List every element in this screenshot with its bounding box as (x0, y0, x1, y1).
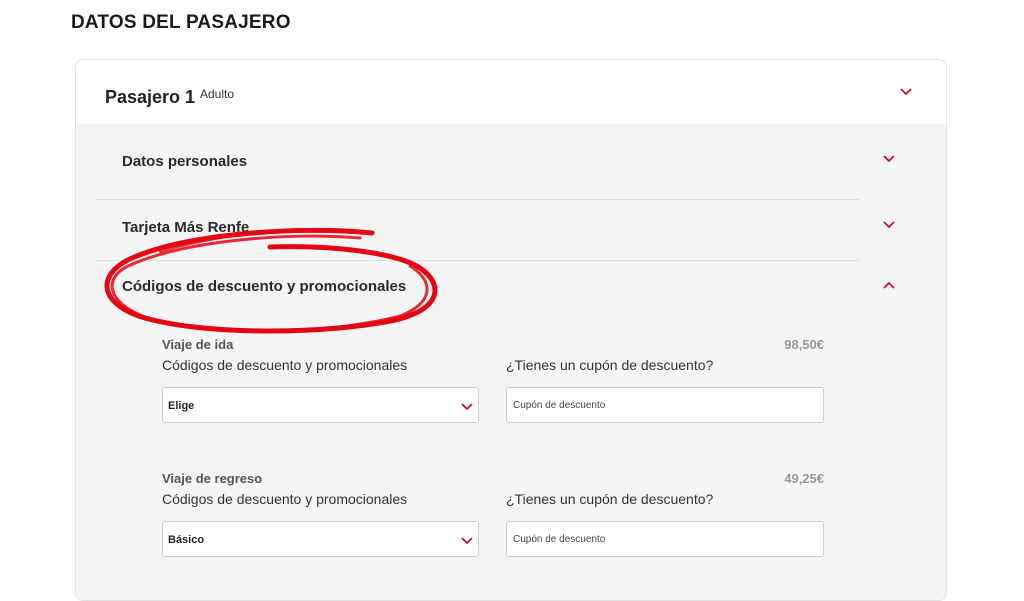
trip-price: 49,25€ (784, 471, 824, 486)
chevron-down-icon[interactable] (882, 154, 900, 166)
section-label: Datos personales (122, 153, 248, 170)
passenger-header[interactable]: Pasajero 1 Adulto (76, 60, 946, 124)
coupon-input[interactable] (506, 387, 824, 423)
section-datos-personales[interactable]: Datos personales (95, 124, 895, 194)
passenger-name: Pasajero 1 (105, 87, 196, 107)
discount-select[interactable]: Básico (162, 521, 479, 557)
passenger-card: Pasajero 1 Adulto Datos personales Tarje… (75, 59, 947, 601)
chevron-down-icon[interactable] (899, 87, 917, 99)
passenger-type: Adulto (200, 87, 235, 101)
discount-select[interactable]: Elige (162, 387, 479, 423)
coupon-label: ¿Tienes un cupón de descuento? (506, 357, 714, 373)
select-value: Elige (168, 400, 195, 412)
section-tarjeta-mas-renfe[interactable]: Tarjeta Más Renfe (95, 200, 895, 260)
coupon-label: ¿Tienes un cupón de descuento? (506, 491, 714, 507)
coupon-input[interactable] (506, 521, 824, 557)
page-title: DATOS DEL PASAJERO (71, 12, 291, 33)
chevron-down-icon (460, 399, 474, 417)
chevron-down-icon[interactable] (882, 220, 900, 232)
chevron-up-icon[interactable] (882, 280, 900, 292)
passenger-body: Datos personales Tarjeta Más Renfe Códig… (76, 124, 946, 600)
section-codigos-descuento[interactable]: Códigos de descuento y promocionales (95, 261, 895, 321)
select-value: Básico (168, 534, 205, 546)
trip-price: 98,50€ (784, 337, 824, 352)
codes-label: Códigos de descuento y promocionales (162, 357, 408, 373)
trip-label: Viaje de regreso (162, 471, 263, 486)
chevron-down-icon (460, 533, 474, 551)
codes-label: Códigos de descuento y promocionales (162, 491, 408, 507)
trip-label: Viaje de ida (162, 337, 234, 352)
section-label: Códigos de descuento y promocionales (122, 278, 407, 295)
section-label: Tarjeta Más Renfe (122, 219, 250, 236)
